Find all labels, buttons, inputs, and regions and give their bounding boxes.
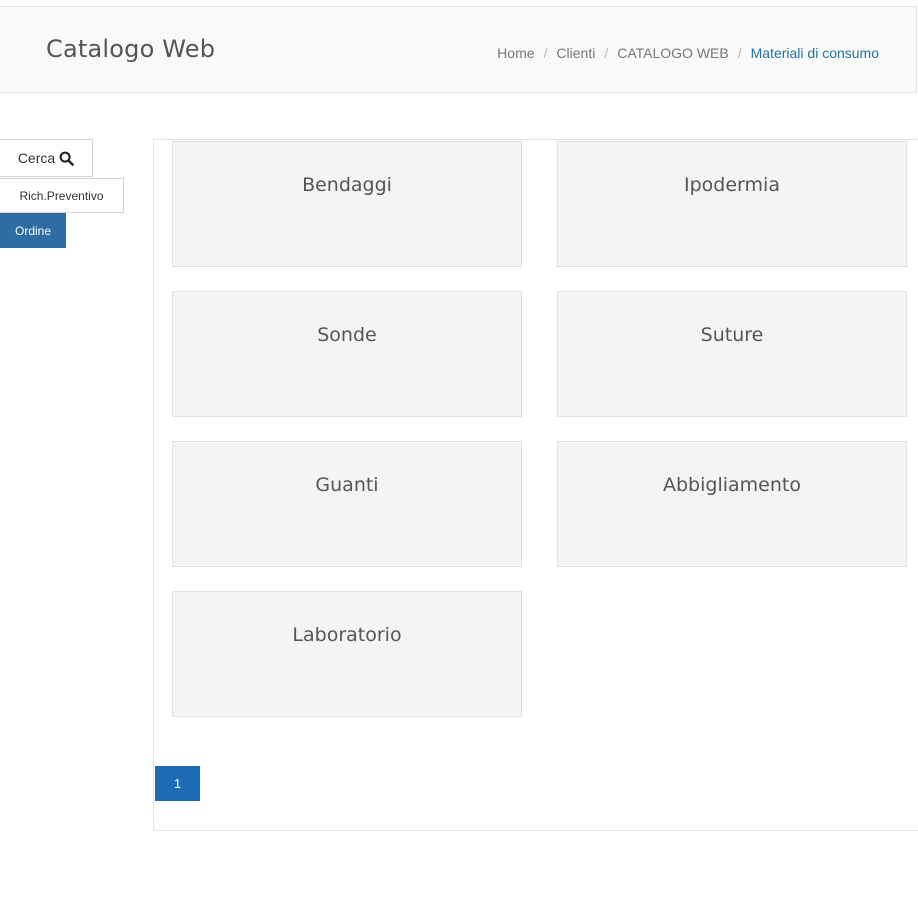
category-card-ipodermia[interactable]: Ipodermia bbox=[557, 141, 907, 267]
category-card-laboratorio[interactable]: Laboratorio bbox=[172, 591, 522, 717]
order-button[interactable]: Ordine bbox=[0, 213, 66, 248]
breadcrumb-separator: / bbox=[604, 45, 609, 61]
category-card-abbigliamento[interactable]: Abbigliamento bbox=[557, 441, 907, 567]
category-card-label: Abbigliamento bbox=[663, 474, 801, 496]
category-card-label: Ipodermia bbox=[684, 174, 780, 196]
breadcrumb-separator: / bbox=[543, 45, 548, 61]
page-title: Catalogo Web bbox=[46, 35, 216, 63]
category-card-label: Bendaggi bbox=[302, 174, 392, 196]
category-panel: Bendaggi Ipodermia Sonde Suture Guanti A… bbox=[153, 139, 918, 831]
page-header: Catalogo Web Home / Clienti / CATALOGO W… bbox=[0, 6, 917, 93]
search-icon bbox=[59, 151, 74, 166]
category-card-label: Guanti bbox=[315, 474, 379, 496]
breadcrumb: Home / Clienti / CATALOGO WEB / Material… bbox=[497, 45, 879, 61]
breadcrumb-materiali-di-consumo: Materiali di consumo bbox=[750, 45, 879, 61]
category-card-suture[interactable]: Suture bbox=[557, 291, 907, 417]
category-card-label: Suture bbox=[700, 324, 764, 346]
search-button-label: Cerca bbox=[17, 150, 56, 166]
page: Catalogo Web Home / Clienti / CATALOGO W… bbox=[0, 0, 918, 900]
category-card-sonde[interactable]: Sonde bbox=[172, 291, 522, 417]
breadcrumb-separator: / bbox=[737, 45, 742, 61]
breadcrumb-home[interactable]: Home bbox=[497, 45, 534, 61]
breadcrumb-catalogo-web[interactable]: CATALOGO WEB bbox=[617, 45, 729, 61]
search-button[interactable]: Cerca bbox=[0, 139, 93, 177]
quote-request-button[interactable]: Rich.Preventivo bbox=[0, 178, 124, 213]
category-card-guanti[interactable]: Guanti bbox=[172, 441, 522, 567]
category-card-label: Laboratorio bbox=[292, 624, 402, 646]
category-card-label: Sonde bbox=[317, 324, 377, 346]
pagination-page-button[interactable]: 1 bbox=[155, 766, 200, 801]
category-card-bendaggi[interactable]: Bendaggi bbox=[172, 141, 522, 267]
breadcrumb-clienti[interactable]: Clienti bbox=[556, 45, 595, 61]
